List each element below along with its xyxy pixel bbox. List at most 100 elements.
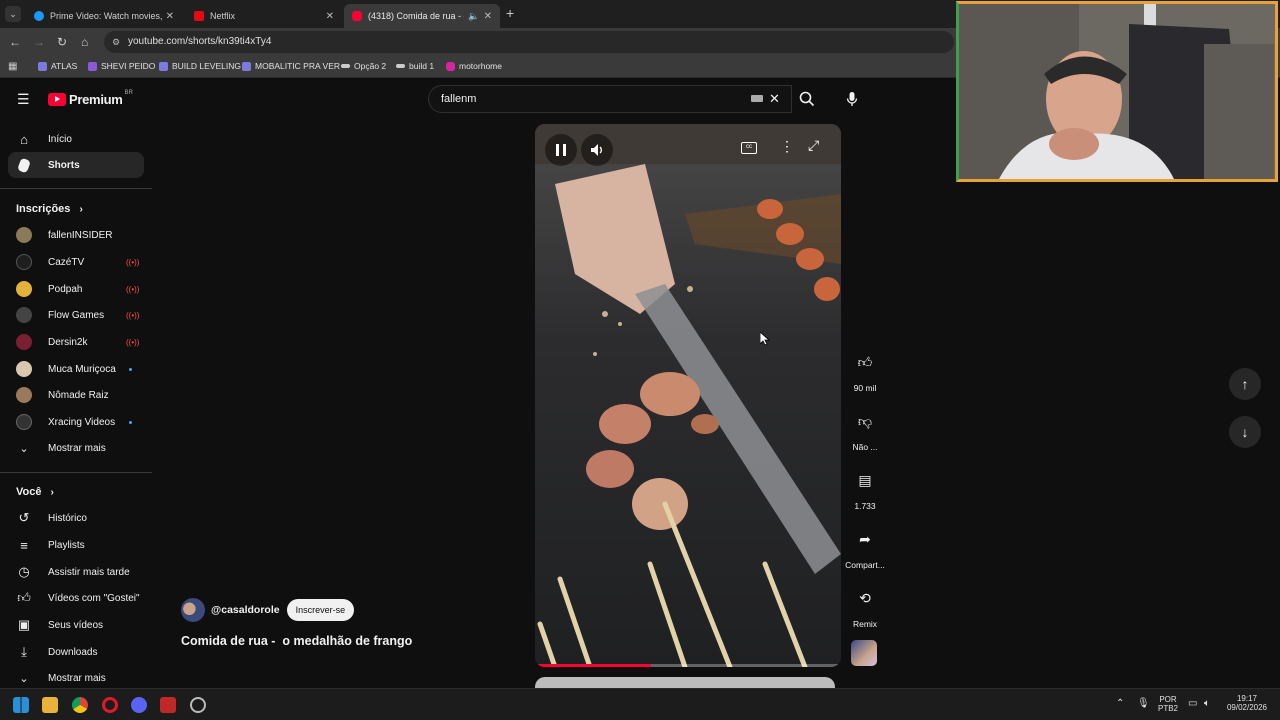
sidebar-item-fallen-insider[interactable]: fallenINSIDER <box>8 222 144 248</box>
remix-label: Remix <box>852 619 878 629</box>
bookmark-build-1[interactable]: build 1 <box>396 61 434 71</box>
display-icon[interactable]: ▭ <box>1188 698 1197 709</box>
captions-button[interactable]: cc <box>741 142 757 154</box>
arrow-up-icon: ↑ <box>1241 376 1249 392</box>
back-icon[interactable]: ← <box>9 35 21 49</box>
close-icon[interactable]: ✕ <box>166 11 174 22</box>
sidebar-item-xracing-videos[interactable]: Xracing Videos <box>8 409 144 435</box>
bookmark-opcao-2[interactable]: Opção 2 <box>341 61 386 71</box>
sidebar-item-nomade-raiz[interactable]: Nômade Raiz <box>8 382 144 408</box>
sidebar-item-podpah[interactable]: Podpah ((•)) <box>8 276 144 302</box>
bookmark-shevi-peido[interactable]: SHEVI PEIDO <box>88 61 155 71</box>
discord-icon[interactable] <box>131 697 147 713</box>
logo-text: Premium <box>69 92 123 107</box>
new-tab-button[interactable]: + <box>506 5 514 21</box>
more-options-icon[interactable]: ⋮ <box>780 138 794 155</box>
short-video-player[interactable]: cc ⋮ ⤢ <box>535 124 841 667</box>
input-language[interactable]: POR PTB2 <box>1155 695 1181 713</box>
you-heading[interactable]: Você › <box>16 486 54 498</box>
tab-prime-video[interactable]: Prime Video: Watch movies, TV ✕ <box>26 4 182 28</box>
speaker-icon[interactable]: 🔈︎ <box>1204 698 1210 709</box>
new-content-dot <box>129 368 132 371</box>
share-icon: ➦ <box>859 530 871 547</box>
bookmark-atlas[interactable]: ATLAS <box>38 61 77 71</box>
voice-search-button[interactable] <box>838 85 866 113</box>
pause-button[interactable] <box>545 134 577 166</box>
windows-start-icon[interactable] <box>13 697 29 713</box>
progress-track[interactable] <box>535 664 841 667</box>
youtube-premium-logo[interactable]: Premium BR <box>48 89 133 107</box>
menu-icon[interactable]: ☰ <box>17 91 30 108</box>
apps-icon[interactable]: ▦ <box>8 61 17 72</box>
close-icon[interactable]: ✕ <box>484 11 492 22</box>
clear-search-icon[interactable]: ✕ <box>769 86 780 112</box>
tab-search-button[interactable]: ⌄ <box>5 6 21 22</box>
sidebar-item-historico[interactable]: ↺ Histórico <box>8 505 144 531</box>
sidebar-item-shorts[interactable]: Shorts <box>8 152 144 178</box>
show-more-subscriptions[interactable]: ⌄ Mostrar mais <box>8 435 144 461</box>
sidebar-item-playlists[interactable]: ≡ Playlists <box>8 532 144 558</box>
chevron-right-icon: › <box>79 204 83 215</box>
bookmark-motorhome[interactable]: motorhome <box>446 61 502 71</box>
tab-youtube-short[interactable]: (4318) Comida de rua - o m 🔈 ✕ <box>344 4 500 28</box>
sidebar-item-assistir-mais-tarde[interactable]: ◷ Assistir mais tarde <box>8 559 144 585</box>
sidebar-item-flow-games[interactable]: Flow Games ((•)) <box>8 302 144 328</box>
search-button[interactable] <box>790 85 824 113</box>
subscribe-button[interactable]: Inscrever-se <box>286 599 355 621</box>
file-explorer-icon[interactable] <box>42 697 58 713</box>
short-title[interactable]: Comida de rua - o medalhão de frango <box>181 634 412 648</box>
app-icon[interactable] <box>190 697 206 713</box>
channel-name[interactable]: @casaldorole <box>211 604 280 616</box>
search-input[interactable]: fallenm ✕ <box>428 85 792 113</box>
channel-avatar[interactable] <box>181 598 205 622</box>
previous-short-button[interactable]: ↑ <box>1229 368 1261 400</box>
sidebar-item-muca-muricoca[interactable]: Muca Muriçoca <box>8 356 144 382</box>
fullscreen-icon[interactable]: ⤢ <box>808 137 819 154</box>
tab-title: (4318) Comida de rua - o m <box>368 11 464 21</box>
sound-source-thumbnail[interactable] <box>851 640 877 666</box>
clock[interactable]: 19:17 09/02/2026 <box>1224 694 1270 712</box>
bookmark-mobalitic[interactable]: MOBALITIC PRA VER <box>242 61 340 71</box>
like-button[interactable]: 👍︎ 90 mil <box>844 347 886 394</box>
subscriptions-heading[interactable]: Inscrições › <box>16 203 83 215</box>
audio-playing-icon[interactable]: 🔈 <box>468 11 479 22</box>
next-short-button[interactable]: ↓ <box>1229 416 1261 448</box>
sidebar-item-label: Downloads <box>48 646 98 658</box>
chevron-up-icon[interactable]: ⌃ <box>1116 698 1124 709</box>
tab-netflix[interactable]: Netflix ✕ <box>186 4 342 28</box>
home-icon[interactable]: ⌂ <box>81 35 88 49</box>
microphone-icon[interactable]: 🎙︎ <box>1137 698 1150 709</box>
next-short-preview[interactable] <box>535 677 835 688</box>
channel-info: @casaldorole Inscrever-se <box>181 598 355 622</box>
remix-button[interactable]: ⟲ Remix <box>844 583 886 630</box>
sidebar-item-cazetv[interactable]: CazéTV ((•)) <box>8 249 144 275</box>
url-text: youtube.com/shorts/kn39ti4xTy4 <box>128 36 272 47</box>
keyboard-icon[interactable] <box>751 95 763 102</box>
reload-icon[interactable]: ↻ <box>57 35 67 49</box>
app-icon[interactable] <box>160 697 176 713</box>
live-icon: ((•)) <box>126 310 140 320</box>
sidebar-item-videos-gostei[interactable]: 👍︎ Vídeos com "Gostei" <box>8 585 144 611</box>
avatar <box>16 361 32 377</box>
chrome-icon[interactable] <box>72 697 88 713</box>
bookmark-favicon-icon <box>38 61 47 71</box>
share-button[interactable]: ➦ Compart... <box>844 524 886 571</box>
dislike-button[interactable]: 👎︎ Não ... <box>844 406 886 453</box>
site-info-icon[interactable]: ⚙ <box>112 31 120 53</box>
sidebar-item-downloads[interactable]: ⤓ Downloads <box>8 639 144 665</box>
bookmark-build-leveling[interactable]: BUILD LEVELING <box>159 61 241 71</box>
sidebar-item-label: Histórico <box>48 512 87 524</box>
forward-icon[interactable]: → <box>33 35 45 49</box>
sidebar-item-inicio[interactable]: ⌂ Início <box>8 126 144 152</box>
close-icon[interactable]: ✕ <box>326 11 334 22</box>
url-field[interactable]: ⚙ youtube.com/shorts/kn39ti4xTy4 <box>104 31 954 53</box>
logo-badge: BR <box>124 89 133 96</box>
volume-button[interactable] <box>581 134 613 166</box>
clock-date: 09/02/2026 <box>1226 703 1268 712</box>
comments-button[interactable]: ▤ 1.733 <box>844 465 886 512</box>
prime-video-icon <box>34 11 44 21</box>
sidebar-item-seus-videos[interactable]: ▣ Seus vídeos <box>8 612 144 638</box>
pause-icon <box>556 144 566 156</box>
opera-icon[interactable] <box>102 697 118 713</box>
sidebar-item-dersin2k[interactable]: Dersin2k ((•)) <box>8 329 144 355</box>
